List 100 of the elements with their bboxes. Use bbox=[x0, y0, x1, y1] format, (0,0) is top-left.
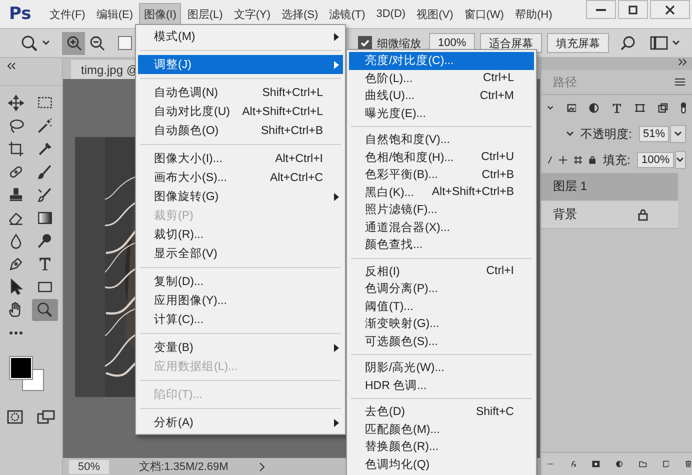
adjustment-icon[interactable] bbox=[616, 458, 623, 470]
menu-item[interactable]: 渐变映射(G)... bbox=[349, 315, 534, 332]
type-icon[interactable] bbox=[612, 102, 622, 114]
menu-item[interactable]: 阴影/高光(W)... bbox=[349, 359, 534, 376]
zoom-mode-button[interactable] bbox=[62, 32, 85, 54]
transform-icon[interactable] bbox=[635, 102, 646, 114]
layer-row[interactable]: 图层 1 bbox=[541, 173, 678, 201]
panel-menu-icon[interactable] bbox=[674, 77, 686, 87]
search-icon[interactable] bbox=[620, 35, 636, 51]
checkbox[interactable] bbox=[118, 36, 132, 50]
stamp-icon bbox=[7, 186, 25, 204]
menu-bar-item[interactable]: 窗口(W) bbox=[459, 2, 509, 26]
menu-bar-item[interactable]: 编辑(E) bbox=[91, 2, 138, 26]
screen-mode-icon[interactable] bbox=[37, 410, 55, 424]
menu-item[interactable]: 匹配颜色(M)... bbox=[349, 420, 534, 438]
menu-item[interactable]: 亮度/对比度(C)... bbox=[349, 52, 534, 70]
tool-button[interactable] bbox=[32, 299, 58, 321]
menu-item[interactable]: 色调均化(Q) bbox=[349, 456, 534, 473]
menu-item[interactable]: 自动对比度(U) Alt+Shift+Ctrl+L bbox=[138, 102, 343, 121]
menu-item[interactable]: 调整(J) bbox=[138, 55, 343, 74]
menu-item[interactable]: 图像旋转(G) bbox=[138, 187, 343, 206]
zoom-icon[interactable] bbox=[20, 34, 38, 52]
dropdown-button[interactable] bbox=[674, 151, 686, 169]
maximize-button[interactable] bbox=[618, 0, 648, 19]
workspace-icon[interactable] bbox=[650, 36, 668, 50]
menu-bar-item[interactable]: 文字(Y) bbox=[228, 2, 276, 26]
menu-item[interactable]: 画布大小(S)... Alt+Ctrl+C bbox=[138, 168, 343, 187]
menu-bar-item[interactable]: 选择(S) bbox=[276, 2, 324, 26]
menu-bar-item[interactable]: 视图(V) bbox=[412, 2, 458, 26]
checkmark-icon bbox=[360, 38, 370, 48]
menu-item[interactable]: 颜色查找... bbox=[349, 236, 534, 254]
new-layer-icon[interactable] bbox=[662, 458, 670, 470]
more-icon bbox=[9, 331, 23, 335]
chevron-icon[interactable] bbox=[258, 462, 266, 472]
menu-bar-item[interactable]: 滤镜(T) bbox=[324, 2, 370, 26]
submenu-arrow-icon bbox=[334, 32, 339, 40]
menu-bar-item[interactable]: 图层(L) bbox=[182, 2, 228, 26]
menu-bar-item[interactable]: 文件(F) bbox=[44, 2, 90, 26]
mask-icon[interactable] bbox=[592, 458, 600, 470]
zoom-in-icon bbox=[66, 35, 82, 51]
move-icon[interactable] bbox=[559, 154, 568, 166]
menu-bar-item[interactable]: 3D(D) bbox=[371, 4, 411, 24]
minimize-button[interactable] bbox=[586, 0, 616, 19]
checkbox-label: 细微缩放 bbox=[377, 36, 421, 50]
menu-item[interactable]: 可选颜色(S)... bbox=[349, 332, 534, 350]
menu-item[interactable]: 自然饱和度(V)... bbox=[349, 131, 534, 148]
lock-icon[interactable] bbox=[589, 154, 596, 166]
checkbox[interactable] bbox=[358, 36, 372, 50]
zoom-option-button[interactable]: 填充屏幕 bbox=[547, 33, 610, 53]
color-swatches-drawing[interactable] bbox=[9, 356, 45, 392]
fill-label: 填充: bbox=[603, 152, 630, 168]
smart-object-icon[interactable] bbox=[658, 102, 668, 114]
menu-item[interactable]: 曲线(U)... Ctrl+M bbox=[349, 87, 534, 104]
menu-item[interactable]: 应用图像(Y)... bbox=[138, 291, 343, 310]
caret-icon bbox=[674, 131, 682, 137]
collapse-icon[interactable] bbox=[6, 62, 16, 70]
menu-item[interactable]: 复制(D)... bbox=[138, 272, 343, 291]
opacity-field[interactable]: 51% bbox=[638, 126, 669, 142]
adjustment-icon[interactable] bbox=[589, 102, 600, 114]
layer-row[interactable]: 背景 bbox=[541, 201, 678, 229]
menu-item[interactable]: 模式(M) bbox=[138, 27, 343, 46]
menu-item[interactable]: 自动色调(N) Shift+Ctrl+L bbox=[138, 83, 343, 102]
menu-item[interactable]: HDR 色调... bbox=[349, 376, 534, 394]
menu-item[interactable]: 色阶(L)... Ctrl+L bbox=[349, 70, 534, 87]
menu-item[interactable]: 裁切(R)... bbox=[138, 225, 343, 244]
menu-bar-item[interactable]: 帮助(H) bbox=[510, 2, 558, 26]
menu-item[interactable]: 照片滤镜(F)... bbox=[349, 201, 534, 218]
quick-mask-icon[interactable] bbox=[7, 410, 23, 424]
image-icon[interactable] bbox=[566, 103, 576, 113]
menu-item[interactable]: 色相/饱和度(H)... Ctrl+U bbox=[349, 148, 534, 166]
zoom-level[interactable]: 50% bbox=[69, 460, 110, 474]
menu-item[interactable]: 分析(A) bbox=[138, 413, 343, 432]
trash-icon[interactable] bbox=[685, 458, 692, 470]
fill-field[interactable]: 100% bbox=[637, 152, 674, 168]
caret-icon bbox=[672, 40, 680, 46]
menu-bar-item[interactable]: 图像(I) bbox=[139, 2, 182, 26]
menu-item[interactable]: 反相(I) Ctrl+I bbox=[349, 262, 534, 280]
artboard-icon[interactable] bbox=[574, 154, 582, 166]
brush-icon[interactable] bbox=[547, 154, 552, 166]
menu-item[interactable]: 黑白(K)... Alt+Shift+Ctrl+B bbox=[349, 184, 534, 201]
caret-icon bbox=[547, 105, 554, 111]
menu-item[interactable]: 计算(C)... bbox=[138, 310, 343, 329]
menu-item[interactable]: 变量(B) bbox=[138, 338, 343, 357]
menu-item[interactable]: 色调分离(P)... bbox=[349, 280, 534, 298]
document-info: 文档:1.35M/2.69M bbox=[139, 460, 228, 474]
toggle-icon[interactable] bbox=[681, 101, 686, 115]
menu-item[interactable]: 色彩平衡(B)... Ctrl+B bbox=[349, 166, 534, 184]
close-button[interactable] bbox=[650, 0, 690, 19]
menu-item[interactable]: 通道混合器(X)... bbox=[349, 218, 534, 236]
menu-item[interactable]: 图像大小(I)... Alt+Ctrl+I bbox=[138, 149, 343, 168]
menu-item[interactable]: 去色(D) Shift+C bbox=[349, 403, 534, 420]
menu-item[interactable]: 曝光度(E)... bbox=[349, 104, 534, 122]
menu-item[interactable]: 阈值(T)... bbox=[349, 298, 534, 315]
collapse-icon[interactable] bbox=[678, 58, 688, 66]
crop-icon bbox=[7, 140, 25, 158]
dropdown-button[interactable] bbox=[670, 125, 686, 143]
menu-item[interactable]: 显示全部(V) bbox=[138, 244, 343, 263]
opacity-label: 不透明度: bbox=[580, 126, 632, 142]
menu-item[interactable]: 自动颜色(O) Shift+Ctrl+B bbox=[138, 121, 343, 140]
menu-item[interactable]: 替换颜色(R)... bbox=[349, 438, 534, 456]
